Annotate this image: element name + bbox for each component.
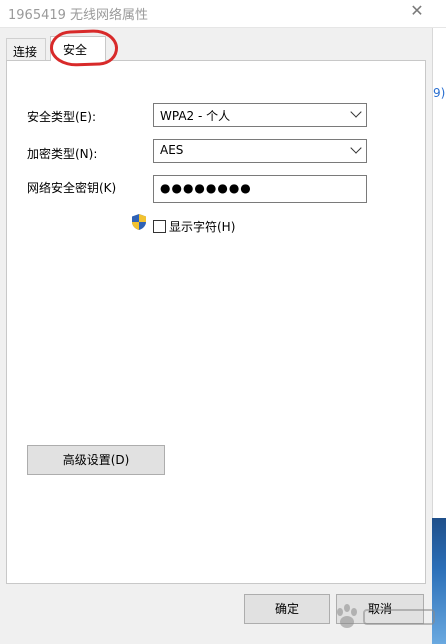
background-window [432,28,446,518]
tab-connection-label: 连接 [13,45,38,59]
ok-button[interactable]: 确定 [244,594,330,624]
close-icon[interactable]: ✕ [404,0,430,24]
encryption-type-value: AES [160,143,184,157]
chevron-down-icon [350,106,362,118]
tab-security[interactable]: 安全 [50,36,106,61]
encryption-type-select[interactable]: AES [153,139,367,163]
tab-connection[interactable]: 连接 [6,38,46,60]
title-bar: 1965419 无线网络属性 ✕ [0,0,446,28]
encryption-type-label: 加密类型(N): [27,147,98,161]
window-title: 1965419 无线网络属性 [8,8,149,23]
security-panel: 安全类型(E): WPA2 - 个人 加密类型(N): AES 网络安全密钥(K… [6,60,426,584]
show-characters-checkbox[interactable] [153,220,166,233]
desktop-wallpaper [432,518,446,644]
show-characters-label[interactable]: 显示字符(H) [169,218,235,235]
network-key-label: 网络安全密钥(K) [27,181,117,195]
background-link[interactable]: 9) [433,86,445,100]
chevron-down-icon [350,142,362,154]
security-type-label: 安全类型(E): [27,110,96,124]
network-key-input[interactable]: ●●●●●●●● [153,175,367,203]
uac-shield-icon [132,214,146,230]
tab-security-label: 安全 [63,43,88,57]
advanced-settings-button[interactable]: 高级设置(D) [27,445,165,475]
cancel-button[interactable]: 取消 [336,594,424,624]
security-type-select[interactable]: WPA2 - 个人 [153,103,367,127]
security-type-value: WPA2 - 个人 [160,109,231,123]
